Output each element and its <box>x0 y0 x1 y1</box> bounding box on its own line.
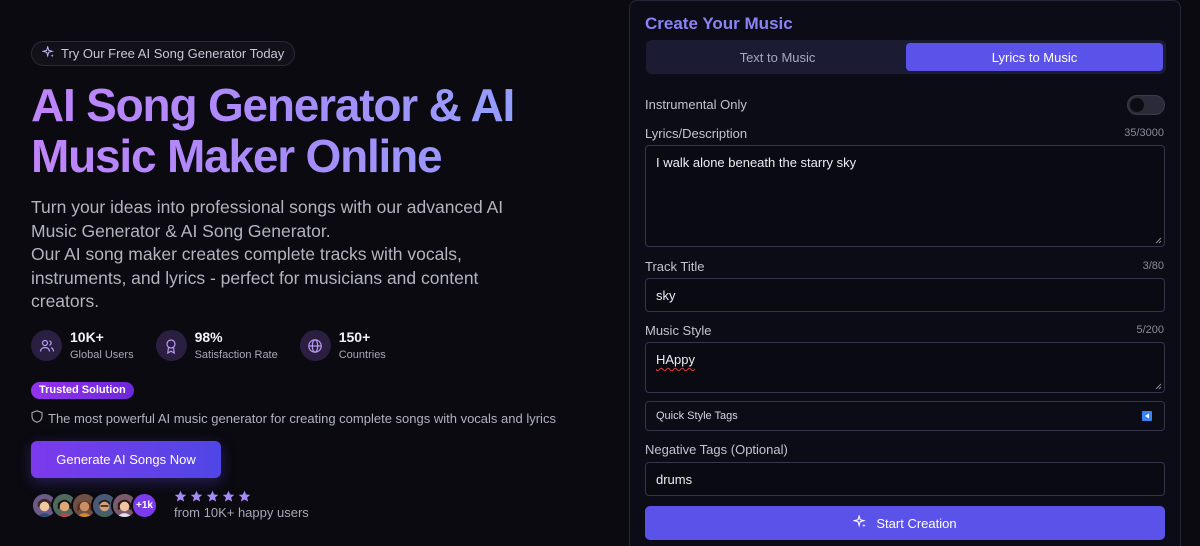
resize-handle-icon[interactable] <box>1155 237 1162 244</box>
stat-countries-label: Countries <box>338 349 386 361</box>
promo-pill[interactable]: Try Our Free AI Song Generator Today <box>31 41 296 66</box>
users-icon <box>31 330 62 361</box>
music-style-counter: 5/200 <box>1136 324 1164 336</box>
stat-satisfaction: 98% Satisfaction Rate <box>155 329 278 362</box>
quick-style-tags-toggle[interactable]: Quick Style Tags <box>645 401 1165 431</box>
negative-tags-label: Negative Tags (Optional) <box>645 442 788 457</box>
user-rating: from 10K+ happy users <box>174 490 309 520</box>
stat-countries: 150+ Countries <box>299 329 386 362</box>
avatar-group: +1k <box>31 492 158 519</box>
mode-tabs: Text to Music Lyrics to Music <box>646 40 1166 74</box>
hero-description-line-1: Turn your ideas into professional songs … <box>31 197 504 241</box>
stats-row: 10K+ Global Users 98% Satisfaction Rate … <box>31 329 386 362</box>
rating-stars <box>174 490 309 503</box>
hero-description-line-2: Our AI song maker creates complete track… <box>31 244 479 311</box>
star-icon <box>238 490 251 502</box>
generate-songs-button[interactable]: Generate AI Songs Now <box>31 441 221 478</box>
star-icon <box>174 490 187 502</box>
instrumental-toggle[interactable] <box>1127 95 1165 115</box>
hero-title: AI Song Generator & AI Music Maker Onlin… <box>31 80 611 182</box>
award-icon <box>155 330 187 361</box>
shield-icon <box>31 410 43 426</box>
stat-users: 10K+ Global Users <box>31 329 134 362</box>
music-style-label: Music Style <box>645 323 712 338</box>
star-icon <box>222 490 235 502</box>
instrumental-label: Instrumental Only <box>645 97 747 112</box>
stat-users-label: Global Users <box>70 349 134 361</box>
create-music-panel: Create Your Music Text to Music Lyrics t… <box>629 0 1181 546</box>
track-title-label: Track Title <box>645 259 705 274</box>
expand-triangle-icon <box>1142 411 1152 421</box>
sparkles-icon <box>852 513 867 532</box>
music-style-value: HAppy <box>656 352 696 367</box>
tab-lyrics-to-music[interactable]: Lyrics to Music <box>906 43 1163 71</box>
track-title-input[interactable]: sky <box>645 278 1165 312</box>
panel-title: Create Your Music <box>645 14 793 33</box>
avatar-more-count: +1k <box>131 492 158 519</box>
start-creation-label: Start Creation <box>876 515 957 531</box>
lyrics-value: I walk alone beneath the starry sky <box>656 155 857 170</box>
track-title-value: sky <box>656 288 676 303</box>
rating-text: from 10K+ happy users <box>174 505 309 520</box>
stat-satisfaction-value: 98% <box>194 329 223 345</box>
stat-satisfaction-label: Satisfaction Rate <box>194 349 278 361</box>
toggle-knob <box>1130 98 1144 112</box>
trusted-badge: Trusted Solution <box>31 382 134 399</box>
negative-tags-value: drums <box>656 472 693 487</box>
globe-icon <box>299 330 331 361</box>
lyrics-textarea[interactable]: I walk alone beneath the starry sky <box>645 145 1165 247</box>
stat-users-value: 10K+ <box>70 329 104 345</box>
hero-section: Try Our Free AI Song Generator Today AI … <box>0 0 620 546</box>
tab-text-to-music[interactable]: Text to Music <box>649 43 906 71</box>
star-icon <box>190 490 203 502</box>
promo-pill-text: Try Our Free AI Song Generator Today <box>61 46 285 61</box>
hero-description: Turn your ideas into professional songs … <box>31 196 551 314</box>
stat-countries-value: 150+ <box>338 329 371 345</box>
track-title-counter: 3/80 <box>1142 260 1164 272</box>
star-icon <box>206 490 219 502</box>
quick-style-tags-label: Quick Style Tags <box>656 410 738 422</box>
lyrics-label: Lyrics/Description <box>645 126 748 141</box>
tagline-text: The most powerful AI music generator for… <box>48 410 556 426</box>
sparkles-icon <box>41 44 55 62</box>
start-creation-button[interactable]: Start Creation <box>645 506 1165 540</box>
negative-tags-input[interactable]: drums <box>645 462 1165 496</box>
resize-handle-icon[interactable] <box>1155 383 1162 390</box>
lyrics-counter: 35/3000 <box>1124 127 1164 139</box>
tagline: The most powerful AI music generator for… <box>31 410 556 426</box>
music-style-textarea[interactable]: HAppy <box>645 342 1165 393</box>
